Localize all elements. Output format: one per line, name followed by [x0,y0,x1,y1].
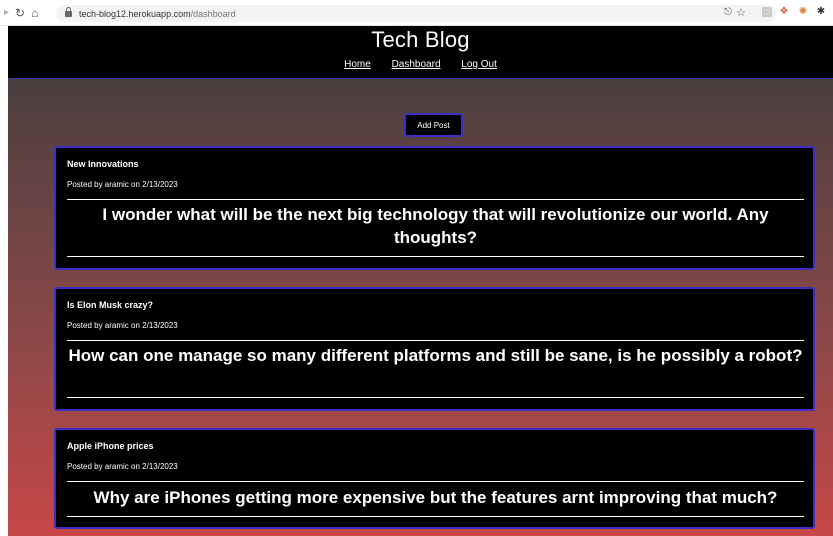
site-title: Tech Blog [371,27,470,52]
page-content: Tech Blog Home Dashboard Log Out Add Pos… [8,26,833,536]
post-body: I wonder what will be the next big techn… [102,205,769,247]
url-text: tech-blog12.herokuapp.com/dashboard [79,9,236,19]
post-title: Apple iPhone prices [67,441,154,451]
back-icon[interactable]: ▸ [4,7,9,19]
post-card[interactable]: Is Elon Musk crazy? Posted by aramic on … [54,287,815,411]
divider [67,516,804,517]
extensions-puzzle-icon[interactable]: ✱ [816,7,826,17]
main-nav: Home Dashboard Log Out [8,59,833,70]
divider [67,256,804,257]
extension-icon[interactable]: ❖ [779,7,789,17]
divider [67,481,804,482]
post-body: How can one manage so many different pla… [68,346,803,365]
post-title: Is Elon Musk crazy? [67,300,154,310]
nav-link-logout[interactable]: Log Out [461,59,497,70]
divider [67,397,804,398]
nav-link-dashboard[interactable]: Dashboard [392,59,441,70]
post-card[interactable]: New Innovations Posted by aramic on 2/13… [54,146,815,270]
bookmark-star-icon[interactable]: ☆ [736,6,746,19]
site-header: Tech Blog Home Dashboard Log Out [8,26,833,79]
post-body: Why are iPhones getting more expensive b… [93,488,778,507]
post-meta: Posted by aramic on 2/13/2023 [67,321,178,330]
post-meta: Posted by aramic on 2/13/2023 [67,462,178,471]
extension-icon[interactable]: ✺ [798,7,808,17]
url-path: /dashboard [190,8,236,19]
reload-icon[interactable]: ↻ [15,7,25,19]
add-post-button[interactable]: Add Post [404,113,463,137]
address-bar[interactable]: tech-blog12.herokuapp.com/dashboard ⎋ ☆ [56,5,776,22]
divider [67,199,804,200]
share-icon[interactable]: ⎋ [724,7,732,18]
lock-icon [65,6,72,17]
browser-toolbar: ▸ ↻ ⌂ tech-blog12.herokuapp.com/dashboar… [0,0,833,26]
home-icon[interactable]: ⌂ [31,7,38,19]
post-card[interactable]: Apple iPhone prices Posted by aramic on … [54,428,815,529]
post-title: New Innovations [67,159,139,169]
url-host: tech-blog12.herokuapp.com [79,8,191,19]
divider [67,340,804,341]
nav-link-home[interactable]: Home [344,59,371,70]
extension-icon[interactable]: □ [762,7,772,17]
post-meta: Posted by aramic on 2/13/2023 [67,180,178,189]
